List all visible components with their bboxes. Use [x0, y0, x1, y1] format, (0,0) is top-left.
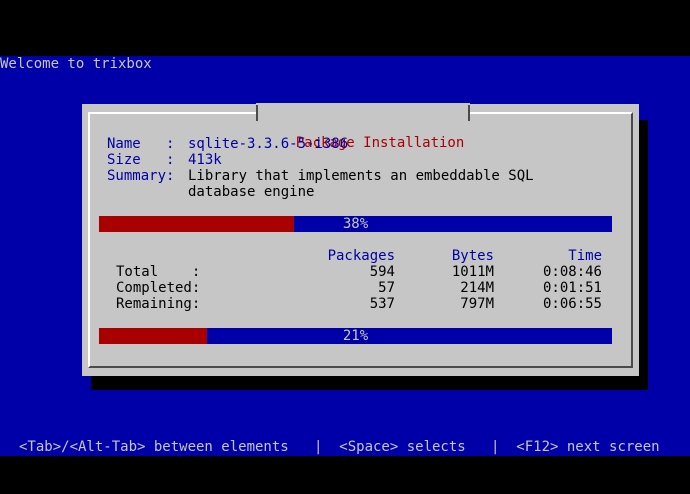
- completed-packages: 57: [378, 280, 395, 296]
- completed-bytes: 214M: [460, 280, 494, 296]
- welcome-text: Welcome to trixbox: [0, 56, 152, 72]
- summary-label: Summary:: [107, 168, 175, 184]
- package-progress-label: 38%: [342, 216, 369, 232]
- bytes-header: Bytes: [451, 248, 494, 264]
- packages-header: Packages: [327, 248, 395, 264]
- summary-line-2: database engine: [188, 184, 315, 200]
- remaining-packages: 537: [369, 296, 395, 312]
- size-label: Size :: [107, 152, 175, 168]
- package-installation-dialog: Package Installation Name : sqlite-3.3.6…: [82, 103, 639, 376]
- total-progress-label: 21%: [342, 328, 369, 344]
- time-header: Time: [568, 248, 602, 264]
- remaining-label: Remaining:: [116, 296, 201, 312]
- completed-label: Completed:: [116, 280, 201, 296]
- title-bar-left: [256, 105, 258, 121]
- size-value: 413k: [188, 152, 222, 168]
- name-label: Name :: [107, 136, 175, 152]
- remaining-bytes: 797M: [460, 296, 494, 312]
- keyboard-hint-bar: <Tab>/<Alt-Tab> between elements | <Spac…: [19, 439, 660, 455]
- title-bar-right: [468, 105, 471, 121]
- total-packages: 594: [369, 264, 395, 280]
- total-time: 0:08:46: [542, 264, 602, 280]
- package-progress-bar: 38%: [99, 216, 612, 232]
- summary-line-1: Library that implements an embeddable SQ…: [188, 168, 534, 184]
- total-bytes: 1011M: [451, 264, 494, 280]
- total-progress-bar: 21%: [99, 328, 612, 344]
- total-label: Total :: [116, 264, 201, 280]
- remaining-time: 0:06:55: [542, 296, 602, 312]
- completed-time: 0:01:51: [542, 280, 602, 296]
- name-value: sqlite-3.3.6-5-i386: [188, 136, 349, 152]
